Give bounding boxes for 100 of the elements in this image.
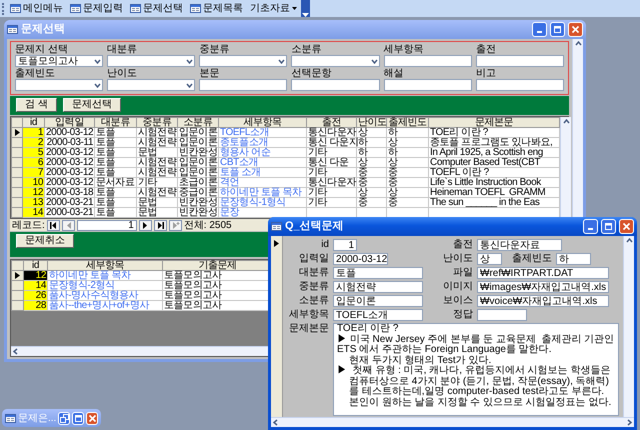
field-label: 소분류 bbox=[298, 295, 330, 306]
table-cell: 통신다운자 bbox=[306, 128, 356, 138]
table-cell: TOEFL 이란 ? bbox=[428, 168, 560, 178]
table-cell: 2000-03-11 bbox=[44, 138, 94, 148]
table-cell: The sun ______ in the Eas bbox=[428, 198, 560, 208]
table-cell: 기타 bbox=[136, 178, 178, 188]
field-label: 출제빈도 bbox=[15, 68, 56, 79]
table-cell: 토플 bbox=[94, 208, 136, 218]
table-cell: Computer Based Test(CBT bbox=[428, 158, 560, 168]
table-cell: 빈칸완성 bbox=[178, 208, 218, 218]
table-cell: 중 bbox=[356, 198, 386, 208]
table-cell: 토플 bbox=[94, 128, 136, 138]
field-label: id bbox=[320, 239, 330, 250]
table-cell: 통신 다운지 bbox=[306, 138, 356, 148]
table-cell: 2000-03-21 bbox=[44, 198, 94, 208]
field-label: 이미지 bbox=[442, 281, 474, 292]
table-cell: 문법 bbox=[136, 198, 178, 208]
table-cell: 입문이론 bbox=[178, 128, 218, 138]
table-cell: 기타 bbox=[306, 168, 356, 178]
table-cell: 종토플 프로그램도 있나봐요, bbox=[428, 138, 560, 148]
table-cell: 문서자료 bbox=[94, 178, 136, 188]
table-cell: 시험전략 bbox=[136, 138, 178, 148]
field-label: 입력일 bbox=[298, 253, 330, 264]
table-cell: 시험전략 bbox=[136, 128, 178, 138]
table-cell: 시험전략 bbox=[136, 168, 178, 178]
table-cell: 토플 bbox=[94, 138, 136, 148]
table-cell: 2000-03-12 bbox=[44, 168, 94, 178]
table-cell: 상 bbox=[386, 188, 428, 198]
field-label: 세부항목 bbox=[384, 44, 425, 55]
table-cell: Heineman TOEFL GRAMM bbox=[428, 188, 560, 198]
table-cell: 상 bbox=[386, 158, 428, 168]
field-label: 대분류 bbox=[107, 44, 138, 55]
field-label: 난이도 bbox=[107, 68, 138, 79]
window-title: Q_선택문제 bbox=[285, 220, 345, 233]
table-cell: 상 bbox=[386, 138, 428, 148]
field-label: 출전 bbox=[476, 44, 497, 55]
table-cell: 하 bbox=[356, 148, 386, 158]
table-cell: 통신 다운 bbox=[306, 158, 356, 168]
table-cell: TOE리 이란 ? bbox=[428, 128, 560, 138]
table-cell: 중 bbox=[386, 198, 428, 208]
field-label: 소분류 bbox=[291, 44, 322, 55]
field-label: 본문 bbox=[199, 68, 220, 79]
table-cell: 중 bbox=[356, 168, 386, 178]
table-cell: 시험전략 bbox=[136, 188, 178, 198]
table-cell: 입문이론 bbox=[178, 168, 218, 178]
table-cell: 기타 bbox=[306, 198, 356, 208]
table-cell: 기타 bbox=[306, 148, 356, 158]
field-label: 출전 bbox=[452, 239, 474, 250]
table-cell: 2000-03-21 bbox=[44, 208, 94, 218]
table-cell: 상 bbox=[356, 188, 386, 198]
table-cell: 초급이론 bbox=[178, 178, 218, 188]
table-cell: 문법 bbox=[136, 148, 178, 158]
table-cell: 하 bbox=[386, 148, 428, 158]
window-title: 문제선택 bbox=[21, 23, 66, 36]
table-cell: 2000-03-12 bbox=[44, 158, 94, 168]
table-cell: 상 bbox=[356, 128, 386, 138]
table-cell: 중급이론 bbox=[178, 188, 218, 198]
field-label: 정답 bbox=[452, 309, 474, 320]
table-cell: 빈칸완성 bbox=[178, 198, 218, 208]
field-label: 난이도 bbox=[442, 253, 474, 264]
table-cell: Life`s Little Instruction Book bbox=[428, 178, 560, 188]
body-text: 현재 두가지 형태의 Test가 있다. bbox=[348, 356, 492, 366]
table-cell: 토플 bbox=[94, 168, 136, 178]
table-cell: 빈칸완성 bbox=[178, 148, 218, 158]
table-cell: 하 bbox=[386, 128, 428, 138]
field-label: 대분류 bbox=[298, 267, 330, 278]
field-label: 선택문항 bbox=[291, 68, 332, 79]
table-cell: 2000-03-12 bbox=[44, 148, 94, 158]
table-cell: 중 bbox=[386, 168, 428, 178]
body-text: TOE리 이란 ? bbox=[337, 324, 400, 334]
field-label: 세부항목 bbox=[288, 309, 330, 320]
table-cell: 문법 bbox=[136, 208, 178, 218]
field-label: 중분류 bbox=[298, 281, 330, 292]
body-text: ▶ 첫째 유형 : 미국, 캐나다, 유럽등지에서 시험보는 학생들은 컴퓨터상으로 4가지 분야 (듣기, 문법, 작문(essay), 독해력)를 테스트하는데,일명 computer-based test라고도 부른다. 본인이 원하는 날을 지정할 수 있으므로 시험일정표는 없다. bbox=[337, 366, 612, 408]
table-cell: 토플 bbox=[94, 188, 136, 198]
field-label: 해설 bbox=[384, 68, 405, 79]
table-cell: 토플 bbox=[94, 148, 136, 158]
table-cell: 입문이론 bbox=[178, 158, 218, 168]
field-label: 문제본문 bbox=[288, 323, 330, 336]
table-cell: 상 bbox=[356, 158, 386, 168]
window-title: 문제은... bbox=[18, 412, 56, 424]
field-label: 보이스 bbox=[442, 295, 474, 306]
table-cell: 토플 bbox=[94, 158, 136, 168]
table-cell: 시험전략 bbox=[136, 158, 178, 168]
table-cell: In April 1925, a Scottish eng bbox=[428, 148, 560, 158]
table-cell: 2000-03-12 bbox=[44, 178, 94, 188]
table-cell: 2000-03-12 bbox=[44, 128, 94, 138]
table-cell: 입문이론 bbox=[178, 138, 218, 148]
table-cell: 통신다운자 bbox=[306, 178, 356, 188]
table-cell: 중 bbox=[356, 178, 386, 188]
body-text: ▶ 미국 New Jersey 주에 본부를 둔 교육문제 출제관리 기관인 ETS 에서 주관하는 Foreign Language를 말한다. bbox=[337, 334, 615, 356]
field-label: 문제지 선택 bbox=[15, 44, 69, 55]
record-count: 전체: 2505 bbox=[184, 220, 232, 230]
field-label: 비고 bbox=[476, 68, 497, 79]
field-label: 중분류 bbox=[199, 44, 230, 55]
record-label: 레코드: bbox=[12, 220, 45, 230]
table-cell: 토플 bbox=[94, 198, 136, 208]
field-label: 출제빈도 bbox=[511, 253, 553, 264]
table-cell: 기타 bbox=[306, 188, 356, 198]
field-label: 파일 bbox=[452, 267, 474, 278]
